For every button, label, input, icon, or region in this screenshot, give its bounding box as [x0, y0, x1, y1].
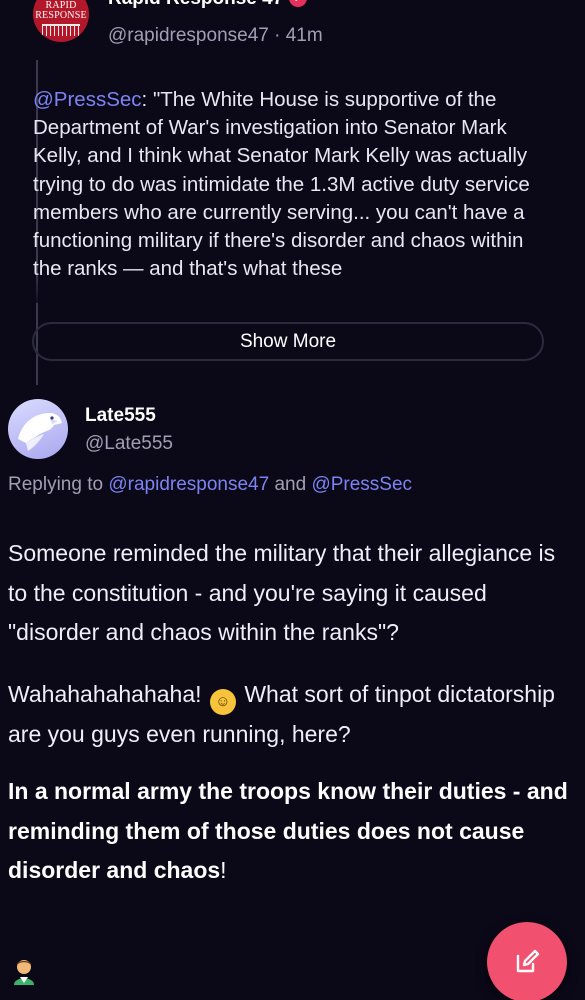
reply-author-handle[interactable]: @Late555 [85, 433, 173, 455]
meta-separator: · [274, 25, 281, 46]
parent-author-handle[interactable]: @rapidresponse47 [108, 25, 269, 46]
parent-author-name-text: Rapid Response 47 [108, 0, 283, 9]
reply-paragraph-3-tail: ! [220, 857, 227, 883]
parent-post-time: 41m [285, 25, 323, 46]
parent-meta: @rapidresponse47 · 41m [108, 25, 323, 47]
replying-to-prefix: Replying to [8, 474, 104, 495]
show-more-button[interactable]: Show More [32, 322, 544, 361]
compose-icon [516, 949, 540, 973]
reply-author-name[interactable]: Late555 [85, 405, 156, 427]
reply-paragraph-3-bold: In a normal army the troops know their d… [8, 778, 568, 883]
compose-button[interactable] [487, 922, 567, 1000]
avatar-logo-line-2: RESPONSE [35, 10, 87, 21]
reply-paragraph-3: In a normal army the troops know their d… [8, 772, 573, 891]
reply-paragraph-1: Someone reminded the military that their… [8, 540, 556, 645]
parent-author-name[interactable]: Rapid Response 47 ✓ [108, 0, 308, 10]
reply-paragraph-2-start: Wahahahahahaha! [8, 680, 202, 707]
replying-to-mention-1[interactable]: @rapidresponse47 [108, 474, 269, 495]
parent-avatar[interactable]: RAPID RESPONSE [33, 0, 89, 42]
replying-to-and: and [274, 474, 307, 495]
reply-avatar[interactable] [8, 399, 68, 459]
verified-badge-icon: ✓ [289, 0, 308, 7]
white-house-icon [42, 24, 80, 36]
parent-post-text: @PressSec: "The White House is supportiv… [33, 86, 553, 303]
rolling-laughing-emoji-icon: ☺ [209, 688, 236, 715]
reply-body: Someone reminded the military that their… [8, 534, 573, 891]
replying-to-line: Replying to @rapidresponse47 and @PressS… [8, 474, 412, 496]
truncation-fade [33, 273, 553, 303]
eagle-avatar-icon [18, 413, 62, 451]
replying-to-mention-2[interactable]: @PressSec [311, 474, 412, 495]
reply-paragraph-2: Wahahahahahaha! ☺ What sort of tinpot di… [8, 675, 573, 755]
mention-link[interactable]: @PressSec [33, 88, 142, 111]
post-thread-screen: RAPID RESPONSE Rapid Response 47 ✓ @rapid… [0, 0, 585, 1000]
parent-post-body: : "The White House is supportive of the … [33, 88, 530, 281]
person-emoji-icon [14, 960, 34, 985]
